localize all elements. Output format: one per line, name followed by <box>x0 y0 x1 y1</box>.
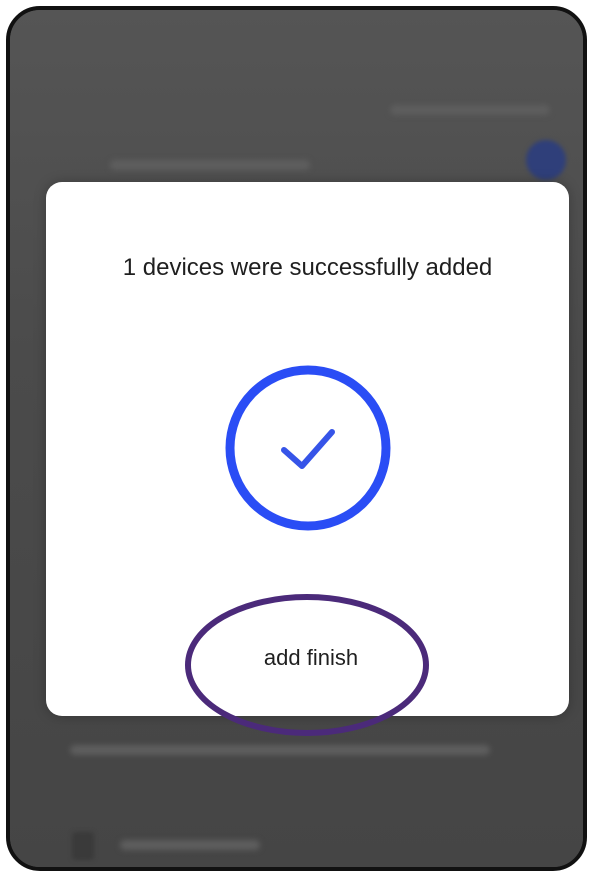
background-blur <box>390 105 550 115</box>
background-blur <box>70 745 490 755</box>
success-dialog: 1 devices were successfully added add fi… <box>46 182 569 716</box>
phone-frame: 1 devices were successfully added add fi… <box>6 6 587 871</box>
check-circle-svg <box>225 365 391 531</box>
check-mark <box>281 429 335 469</box>
check-circle-icon <box>222 362 394 534</box>
background-tab-icon <box>72 832 94 860</box>
background-blur <box>120 840 260 850</box>
dialog-message: 1 devices were successfully added <box>122 254 493 281</box>
add-finish-button[interactable]: add finish <box>196 628 426 688</box>
success-circle <box>225 365 391 531</box>
background-avatar <box>526 140 566 180</box>
background-blur <box>110 160 310 170</box>
